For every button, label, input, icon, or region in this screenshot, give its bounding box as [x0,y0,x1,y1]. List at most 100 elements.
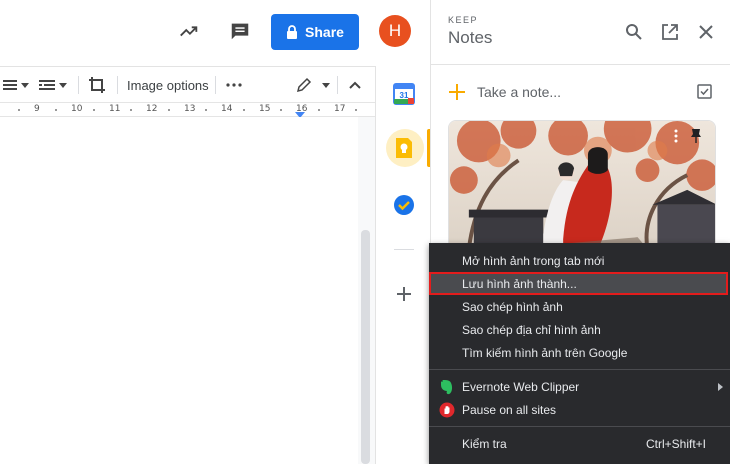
ruler-tick [93,109,95,111]
keep-header-divider [431,64,730,65]
menu-item-shortcut: Ctrl+Shift+I [645,436,706,451]
ruler-label: 14 [221,104,233,114]
crop-button[interactable] [88,67,106,103]
ruler-tick [18,109,20,111]
side-panel-rail: 31 [375,66,431,464]
ruler-label: 11 [109,104,121,114]
note-image-card[interactable] [448,120,716,250]
keep-search-button[interactable] [622,20,646,44]
toolbar-divider [215,76,216,94]
document-canvas [0,117,375,464]
menu-item-open-image-new-tab[interactable]: Mở hình ảnh trong tab mới [429,249,730,272]
menu-item-copy-image[interactable]: Sao chép hình ảnh [429,295,730,318]
chevron-right-icon [718,383,723,391]
crop-icon [89,77,105,93]
new-list-button[interactable] [693,80,715,102]
docs-header: Share H [0,0,430,66]
menu-item-search-image-google[interactable]: Tìm kiếm hình ảnh trên Google [429,341,730,364]
menu-item-label: Mở hình ảnh trong tab mới [462,253,605,268]
hand-stop-icon [439,402,455,418]
open-in-new-icon [662,24,678,40]
share-label: Share [305,24,344,40]
note-more-icon[interactable] [671,127,681,145]
menu-item-label: Pause on all sites [462,402,557,417]
document-scrollbar[interactable] [361,230,370,464]
menu-item-label: Sao chép địa chỉ hình ảnh [462,322,601,337]
ruler-tick [243,109,245,111]
keep-brand-label: KEEP [448,15,479,25]
menu-item-label: Lưu hình ảnh thành... [462,276,577,291]
image-options-button[interactable]: Image options [127,67,209,103]
calendar-icon: 31 [393,83,415,105]
keep-app-button[interactable] [386,130,422,166]
calendar-app-button[interactable]: 31 [386,76,422,112]
plus-icon [397,287,411,301]
chevron-down-icon [322,82,330,88]
menu-item-inspect[interactable]: Kiểm tra Ctrl+Shift+I [429,432,730,455]
search-icon [626,24,642,40]
chevron-up-icon [349,81,361,89]
ruler[interactable]: 9 10 11 12 13 14 15 16 17 [0,102,375,118]
menu-item-label: Evernote Web Clipper [462,379,580,394]
menu-item-save-image-as[interactable]: Lưu hình ảnh thành... [429,272,728,295]
editing-mode-button[interactable] [296,67,330,103]
ruler-tick [130,109,132,111]
svg-text:31: 31 [400,91,409,100]
evernote-icon [439,379,455,395]
ruler-label: 12 [146,104,158,114]
avatar[interactable]: H [379,15,411,47]
ruler-label: 17 [334,104,346,114]
image-context-menu: Mở hình ảnh trong tab mới Lưu hình ảnh t… [429,243,730,464]
ruler-label: 10 [71,104,83,114]
lock-icon [287,25,298,39]
tasks-icon [394,195,414,215]
chevron-down-icon [21,82,29,88]
collapse-toolbar-button[interactable] [348,67,362,103]
keep-icon [396,138,412,158]
ruler-label: 13 [184,104,196,114]
tasks-app-button[interactable] [386,187,422,223]
indent-icon [39,80,55,90]
menu-item-label: Tìm kiếm hình ảnh trên Google [462,345,628,360]
ruler-label: 15 [259,104,271,114]
plus-icon [449,84,465,100]
document-page[interactable] [0,117,358,464]
rail-divider [394,249,414,250]
list-icon [3,80,17,90]
toolbar-divider [78,76,79,94]
ruler-tick [318,109,320,111]
close-icon [699,25,713,39]
menu-item-evernote-web-clipper[interactable]: Evernote Web Clipper [429,375,730,398]
toolbar-divider [117,76,118,94]
take-note-placeholder: Take a note... [477,84,562,100]
comment-icon[interactable] [227,18,253,44]
keep-close-button[interactable] [694,20,718,44]
keep-panel-title: Notes [448,28,493,47]
menu-item-label: Kiểm tra [462,436,507,451]
ruler-tick [205,109,207,111]
pencil-icon [296,77,312,93]
share-button[interactable]: Share [271,14,359,50]
ruler-tick [55,109,57,111]
docs-toolbar: Image options [0,66,375,102]
more-options-button[interactable] [226,67,242,103]
activity-trend-icon[interactable] [176,18,202,44]
pin-icon[interactable] [687,127,705,145]
ruler-tick [168,109,170,111]
more-horizontal-icon [226,83,242,87]
ruler-label: 9 [34,104,40,114]
ruler-tick [280,109,282,111]
numbered-list-button[interactable] [38,67,67,103]
bulleted-list-button[interactable] [2,67,29,103]
menu-item-pause-on-all-sites[interactable]: Pause on all sites [429,398,730,421]
menu-separator [429,426,730,427]
keep-open-in-new-tab-button[interactable] [658,20,682,44]
checkbox-icon [696,83,712,99]
take-note-input[interactable]: Take a note... [449,78,719,106]
menu-separator [429,369,730,370]
menu-item-label: Sao chép hình ảnh [462,299,563,314]
menu-item-copy-image-address[interactable]: Sao chép địa chỉ hình ảnh [429,318,730,341]
get-addons-button[interactable] [386,276,422,312]
ruler-tick [355,109,357,111]
chevron-down-icon [59,82,67,88]
